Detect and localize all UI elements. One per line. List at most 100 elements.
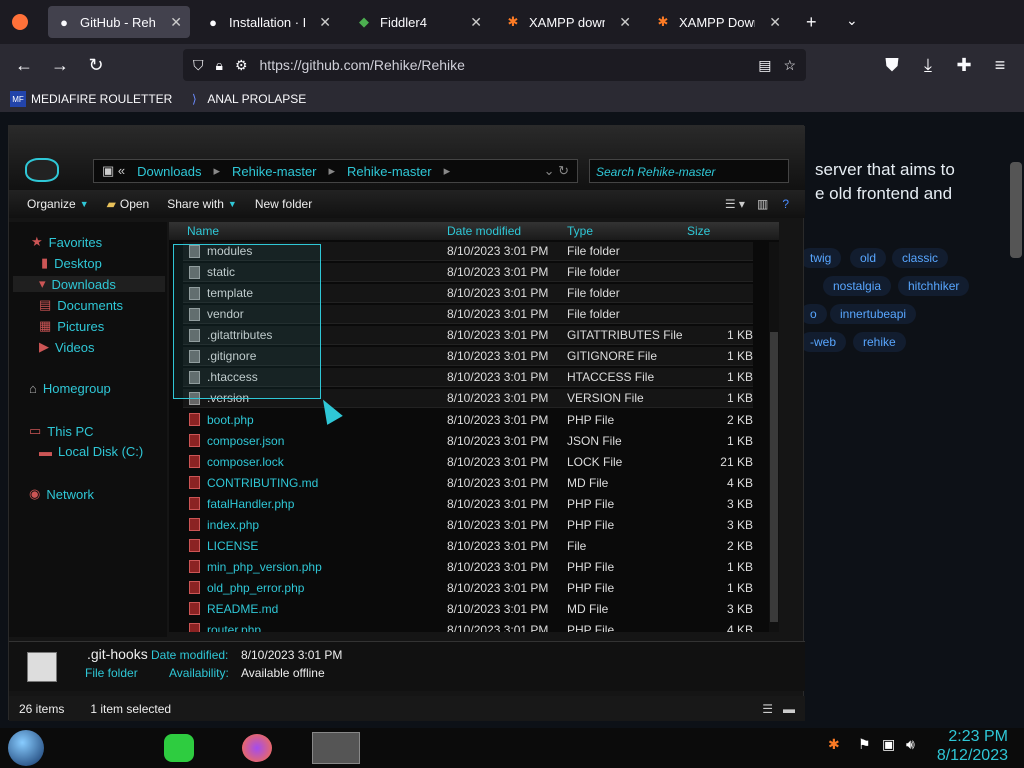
shield-icon[interactable]: ⛉ xyxy=(193,57,204,74)
breadcrumb-rehike-master-2[interactable]: Rehike-master xyxy=(347,164,432,179)
extensions-icon[interactable]: ✚ xyxy=(952,53,976,77)
file-row[interactable]: composer.json 8/10/2023 3:01 PM JSON File 1… xyxy=(183,431,753,450)
topic-tag[interactable]: rehike xyxy=(853,332,906,352)
file-row[interactable]: CONTRIBUTING.md 8/10/2023 3:01 PM MD File 4… xyxy=(183,473,753,492)
notes-app-icon[interactable] xyxy=(164,734,194,762)
column-size[interactable]: Size xyxy=(687,224,710,238)
share-with-button[interactable]: Share with ▼ xyxy=(167,197,237,211)
desktop-icon: ▮ xyxy=(41,255,49,270)
tab-xampp-2[interactable]: ✱ XAMPP Downloa ✕ xyxy=(647,6,789,38)
close-icon[interactable]: ✕ xyxy=(619,14,631,31)
file-row[interactable]: LICENSE 8/10/2023 3:01 PM File 2 KB xyxy=(183,536,753,555)
close-icon[interactable]: ✕ xyxy=(170,14,182,31)
column-type[interactable]: Type xyxy=(567,224,593,238)
back-button[interactable]: ← xyxy=(12,53,36,77)
nav-desktop[interactable]: ▮ Desktop xyxy=(41,255,102,271)
nav-documents[interactable]: ▤ Documents xyxy=(39,297,123,313)
permissions-icon[interactable]: ⚙ xyxy=(235,57,248,74)
breadcrumb-downloads[interactable]: Downloads xyxy=(137,164,201,179)
help-icon[interactable]: ? xyxy=(782,197,789,211)
tab-github[interactable]: ● GitHub - Rehike/R ✕ xyxy=(48,6,190,38)
start-button[interactable] xyxy=(8,730,44,766)
bookmark-anal-prolapse[interactable]: ⟩ ANAL PROLAPSE xyxy=(186,91,306,107)
preview-pane-icon[interactable]: ▥ xyxy=(757,197,768,211)
large-icons-view-icon[interactable]: ▬ xyxy=(783,702,795,716)
file-row[interactable]: index.php 8/10/2023 3:01 PM PHP File 3 KB xyxy=(183,515,753,534)
topic-tag[interactable]: old xyxy=(850,248,887,268)
file-type: PHP File xyxy=(567,559,615,574)
organize-button[interactable]: Organize ▼ xyxy=(27,197,89,211)
view-options-icon[interactable]: ☰ ▾ xyxy=(725,197,745,211)
details-view-icon[interactable]: ☰ xyxy=(762,702,773,716)
file-type: GITIGNORE File xyxy=(567,349,658,363)
selection-count: 1 item selected xyxy=(90,701,172,716)
clock-date[interactable]: 8/12/2023 xyxy=(930,747,1008,765)
file-row[interactable]: fatalHandler.php 8/10/2023 3:01 PM PHP Fil… xyxy=(183,494,753,513)
explorer-taskbar-icon[interactable] xyxy=(312,732,360,764)
topic-tag[interactable]: hitchhiker xyxy=(898,276,970,296)
tab-fiddler[interactable]: ◆ Fiddler4 ✕ xyxy=(348,6,490,38)
url-bar[interactable]: ⛉ 🔒︎ ⚙ https://github.com/Rehike/Rehike … xyxy=(183,49,806,81)
clock-time[interactable]: 2:23 PM xyxy=(938,728,1008,746)
file-row[interactable]: min_php_version.php 8/10/2023 3:01 PM PHP … xyxy=(183,557,753,576)
chevron-right-icon[interactable]: ▸ xyxy=(213,163,220,179)
flag-icon[interactable]: ⚑ xyxy=(858,736,871,753)
file-row[interactable]: boot.php 8/10/2023 3:01 PM PHP File 2 KB xyxy=(183,410,753,429)
lock-icon[interactable]: 🔒︎ xyxy=(216,57,223,74)
topic-tag[interactable]: twig xyxy=(800,248,842,268)
address-bar[interactable]: ▣ « Downloads ▸ Rehike-master ▸ Rehike-m… xyxy=(93,159,578,183)
firefox-menu-icon[interactable] xyxy=(12,14,28,30)
back-forward-icon[interactable] xyxy=(25,158,59,182)
open-button[interactable]: ▰ Open xyxy=(107,197,150,211)
column-name[interactable]: Name xyxy=(187,224,219,238)
tab-xampp-1[interactable]: ✱ XAMPP downloa ✕ xyxy=(497,6,639,38)
nav-favorites[interactable]: ★ Favorites xyxy=(31,234,102,250)
bookmark-star-icon[interactable]: ☆ xyxy=(783,57,796,74)
topic-tag[interactable]: innertubeapi xyxy=(830,304,917,324)
reader-view-icon[interactable]: ▤ xyxy=(758,57,771,74)
refresh-icon[interactable]: ⌄ ↻ xyxy=(544,163,569,179)
file-row[interactable]: README.md 8/10/2023 3:01 PM MD File 3 KB xyxy=(183,599,753,618)
nav-downloads[interactable]: ▾ Downloads xyxy=(13,276,165,292)
downloads-icon[interactable]: ⤓ xyxy=(916,53,940,77)
network-tray-icon[interactable]: ▣ xyxy=(882,736,895,753)
firefox-taskbar-icon[interactable] xyxy=(242,734,272,762)
reload-button[interactable]: ↻ xyxy=(84,53,108,77)
bookmark-icon: ⟩ xyxy=(192,92,197,106)
file-row[interactable]: router.php 8/10/2023 3:01 PM PHP File 4 KB xyxy=(183,620,753,632)
pocket-icon[interactable]: ⛊ xyxy=(880,53,904,77)
nav-pictures[interactable]: ▦ Pictures xyxy=(39,318,104,334)
close-icon[interactable]: ✕ xyxy=(769,14,781,31)
close-icon[interactable]: ✕ xyxy=(319,14,331,31)
new-folder-button[interactable]: New folder xyxy=(255,197,312,211)
chevron-right-icon[interactable]: ▸ xyxy=(444,163,451,179)
topic-tag[interactable]: nostalgia xyxy=(823,276,892,296)
tab-installation[interactable]: ● Installation · Rehi ✕ xyxy=(197,6,339,38)
nav-this-pc[interactable]: ▭ This PC xyxy=(29,423,94,439)
scrollbar-thumb[interactable] xyxy=(770,332,778,622)
mediafire-icon: MF xyxy=(10,91,26,107)
close-icon[interactable]: ✕ xyxy=(470,14,482,31)
nav-videos[interactable]: ▶ Videos xyxy=(39,339,95,355)
bookmark-mediafire[interactable]: MF MEDIAFIRE ROULETTER xyxy=(10,91,172,107)
new-tab-button[interactable]: + xyxy=(806,12,817,33)
xampp-tray-icon[interactable]: ✱ xyxy=(828,736,840,753)
search-input[interactable]: Search Rehike-master xyxy=(589,159,789,183)
volume-icon[interactable]: 🔊︎ xyxy=(906,736,915,753)
chevron-right-icon[interactable]: ▸ xyxy=(329,163,336,179)
page-scrollbar-thumb[interactable] xyxy=(1010,162,1022,258)
file-row[interactable]: old_php_error.php 8/10/2023 3:01 PM PHP Fi… xyxy=(183,578,753,597)
breadcrumb-rehike-master[interactable]: Rehike-master xyxy=(232,164,317,179)
topic-tag[interactable]: classic xyxy=(892,248,949,268)
file-row[interactable]: composer.lock 8/10/2023 3:01 PM LOCK File 2… xyxy=(183,452,753,471)
topic-tag[interactable]: o xyxy=(800,304,827,324)
nav-network[interactable]: ◉ Network xyxy=(29,486,94,502)
topic-tag[interactable]: -web xyxy=(800,332,847,352)
nav-local-disk[interactable]: ▬ Local Disk (C:) xyxy=(39,444,143,459)
hamburger-menu-icon[interactable]: ≡ xyxy=(988,53,1012,77)
nav-homegroup[interactable]: ⌂ Homegroup xyxy=(29,381,111,396)
tab-list-button[interactable]: ⌄ xyxy=(846,12,858,29)
column-date[interactable]: Date modified xyxy=(447,224,521,238)
url-text[interactable]: https://github.com/Rehike/Rehike xyxy=(260,57,747,73)
forward-button[interactable]: → xyxy=(48,53,72,77)
